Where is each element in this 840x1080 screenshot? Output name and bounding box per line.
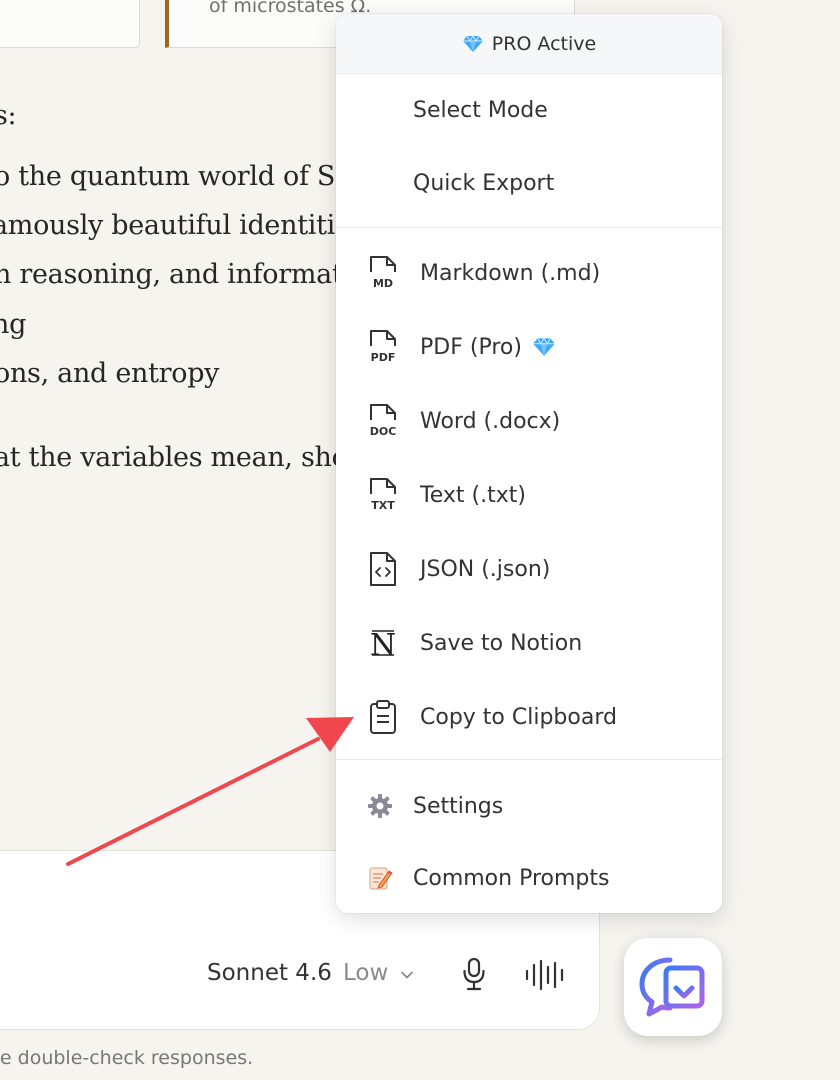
notepad-icon [366, 864, 394, 892]
svg-text:DOC: DOC [370, 425, 397, 438]
copy-to-clipboard-item[interactable]: Copy to Clipboard [336, 689, 722, 745]
pro-status-label: PRO Active [491, 32, 597, 55]
svg-text:TXT: TXT [371, 499, 395, 512]
body-line: at the variables mean, show [0, 442, 371, 473]
clipboard-icon [366, 697, 400, 737]
export-word-item[interactable]: DOC Word (.docx) [336, 393, 722, 449]
markdown-file-icon: MD [366, 253, 400, 293]
notion-icon: N [366, 623, 400, 663]
chat-download-icon [639, 957, 705, 1017]
save-to-notion-item[interactable]: N Save to Notion [336, 615, 722, 671]
common-prompts-item[interactable]: Common Prompts [336, 853, 722, 903]
svg-text:PDF: PDF [371, 351, 396, 364]
export-pdf-item[interactable]: PDF PDF (Pro) [336, 319, 722, 375]
export-json-label: JSON (.json) [420, 556, 551, 582]
word-file-icon: DOC [366, 401, 400, 441]
menu-divider [336, 227, 722, 228]
model-selector[interactable]: Sonnet 4.6 [207, 960, 332, 986]
pro-status-header: PRO Active [336, 14, 722, 74]
diamond-icon [533, 337, 555, 356]
settings-label: Settings [413, 793, 504, 819]
save-to-notion-label: Save to Notion [420, 630, 583, 656]
export-markdown-label: Markdown (.md) [420, 260, 601, 286]
settings-item[interactable]: Settings [336, 781, 722, 831]
body-line: s: [0, 100, 17, 131]
copy-to-clipboard-label: Copy to Clipboard [420, 704, 617, 730]
body-line: ng [0, 309, 27, 340]
menu-divider [336, 759, 722, 760]
export-json-item[interactable]: JSON (.json) [336, 541, 722, 597]
body-line: o the quantum world of Sc [0, 161, 350, 192]
voice-mode-icon[interactable] [524, 958, 566, 992]
export-app-button[interactable] [624, 938, 722, 1036]
export-pdf-label: PDF (Pro) [420, 334, 522, 360]
export-word-label: Word (.docx) [420, 408, 561, 434]
effort-selector[interactable]: Low [343, 960, 388, 986]
diamond-icon [462, 34, 483, 52]
export-text-label: Text (.txt) [420, 482, 526, 508]
body-line: n reasoning, and informat [0, 259, 343, 290]
gear-icon [366, 792, 394, 820]
export-text-item[interactable]: TXT Text (.txt) [336, 467, 722, 523]
microphone-icon[interactable] [460, 956, 488, 992]
common-prompts-label: Common Prompts [413, 865, 610, 891]
export-menu: PRO Active Select Mode Quick Export MD M… [336, 14, 722, 913]
disclaimer-text: se double-check responses. [0, 1047, 254, 1069]
export-markdown-item[interactable]: MD Markdown (.md) [336, 245, 722, 301]
previous-card [0, 0, 140, 48]
select-mode-item[interactable]: Select Mode [413, 98, 548, 123]
chevron-down-icon[interactable] [400, 968, 414, 982]
pdf-file-icon: PDF [366, 327, 400, 367]
body-line: amously beautiful identitie [0, 210, 351, 241]
body-line: ons, and entropy [0, 358, 220, 389]
svg-text:MD: MD [373, 277, 393, 290]
text-file-icon: TXT [366, 475, 400, 515]
json-file-icon [366, 549, 400, 589]
quick-export-item[interactable]: Quick Export [413, 171, 554, 196]
